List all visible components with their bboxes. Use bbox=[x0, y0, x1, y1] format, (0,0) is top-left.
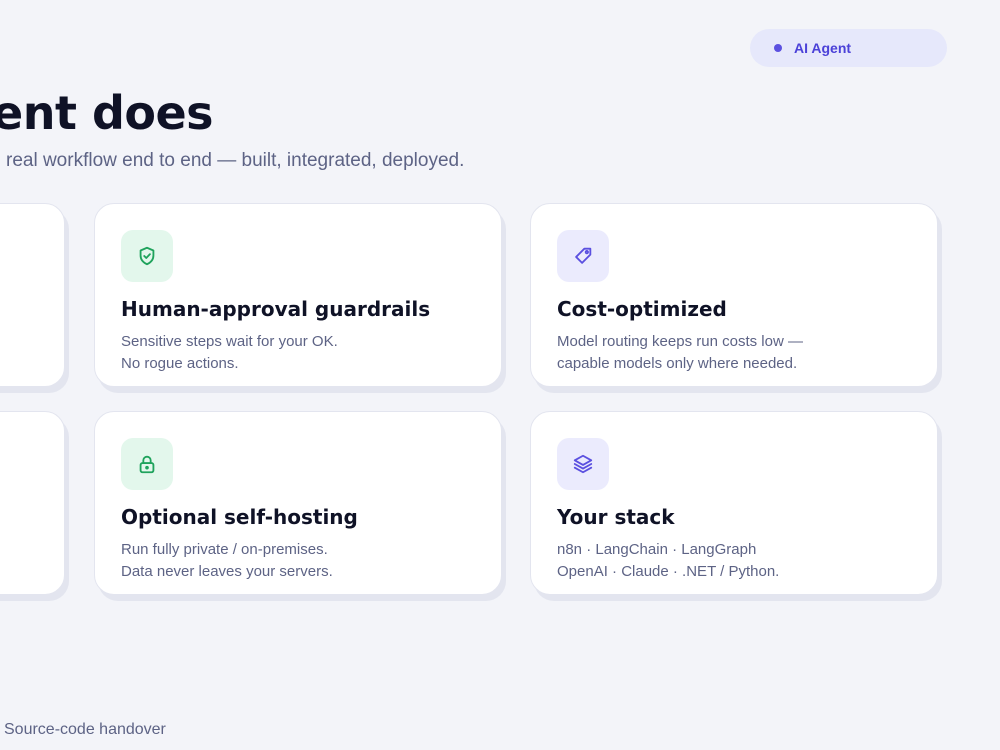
feature-description-line: OpenAI · Claude · .NET / Python. bbox=[557, 563, 780, 580]
page-title: ent does bbox=[0, 86, 214, 140]
feature-description: Model routing keeps run costs low — capa… bbox=[557, 331, 803, 375]
feature-card-partial bbox=[0, 203, 65, 387]
feature-description: Sensitive steps wait for your OK. No rog… bbox=[121, 331, 338, 375]
feature-title: Cost-optimized bbox=[557, 297, 727, 321]
tag-icon bbox=[557, 230, 609, 282]
feature-card-guardrails: Human-approval guardrails Sensitive step… bbox=[94, 203, 502, 387]
feature-description: Run fully private / on-premises. Data ne… bbox=[121, 539, 333, 583]
lock-icon bbox=[121, 438, 173, 490]
ai-agent-badge: AI Agent bbox=[750, 29, 947, 67]
footer-feature-item: Source-code handover bbox=[4, 721, 166, 738]
feature-description-line: n8n · LangChain · LangGraph bbox=[557, 541, 757, 558]
feature-description-line: Model routing keeps run costs low — bbox=[557, 333, 803, 350]
badge-label: AI Agent bbox=[794, 40, 852, 56]
status-dot-icon bbox=[774, 44, 782, 52]
feature-card-self-hosting: Optional self-hosting Run fully private … bbox=[94, 411, 502, 595]
layers-icon bbox=[557, 438, 609, 490]
shield-check-icon bbox=[121, 230, 173, 282]
feature-title: Human-approval guardrails bbox=[121, 297, 431, 321]
feature-description-line: Run fully private / on-premises. bbox=[121, 541, 328, 558]
feature-description-line: capable models only where needed. bbox=[557, 355, 798, 372]
feature-card-cost: Cost-optimized Model routing keeps run c… bbox=[530, 203, 938, 387]
feature-title: Optional self-hosting bbox=[121, 505, 358, 529]
feature-title: Your stack bbox=[557, 505, 675, 529]
feature-card-stack: Your stack n8n · LangChain · LangGraph O… bbox=[530, 411, 938, 595]
page-subtitle: real workflow end to end — built, integr… bbox=[6, 150, 465, 171]
feature-description: n8n · LangChain · LangGraph OpenAI · Cla… bbox=[557, 539, 779, 583]
feature-description-line: No rogue actions. bbox=[121, 355, 239, 372]
feature-description-line: Data never leaves your servers. bbox=[121, 563, 333, 580]
feature-card-partial bbox=[0, 411, 65, 595]
feature-description-line: Sensitive steps wait for your OK. bbox=[121, 333, 338, 350]
